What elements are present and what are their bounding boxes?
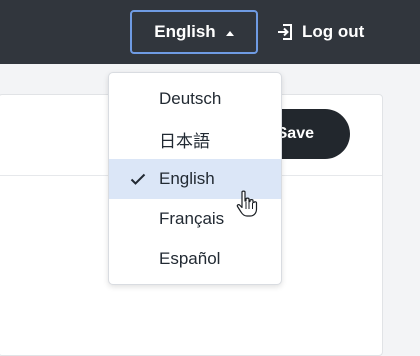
save-label: Save	[276, 125, 314, 142]
language-option-spanish[interactable]: Español	[109, 239, 281, 279]
logout-icon	[276, 23, 294, 41]
language-option-deutsch[interactable]: Deutsch	[109, 79, 281, 119]
language-option-label: Deutsch	[159, 89, 222, 108]
logout-button[interactable]: Log out	[276, 18, 364, 46]
checkmark-icon	[130, 171, 146, 191]
language-option-label: Español	[159, 249, 221, 268]
hand-cursor-icon	[236, 190, 258, 223]
language-option-label: Français	[159, 209, 225, 228]
language-menu: Deutsch 日本語 English Français Español	[108, 72, 282, 285]
logout-label: Log out	[302, 22, 365, 41]
language-option-japanese[interactable]: 日本語	[109, 119, 281, 159]
language-option-label: English	[159, 169, 215, 188]
caret-up-icon	[225, 30, 234, 36]
language-button-label: English	[154, 22, 216, 41]
language-option-label: 日本語	[159, 131, 210, 151]
top-bar: English Log out	[0, 0, 420, 64]
language-button[interactable]: English	[130, 10, 258, 54]
